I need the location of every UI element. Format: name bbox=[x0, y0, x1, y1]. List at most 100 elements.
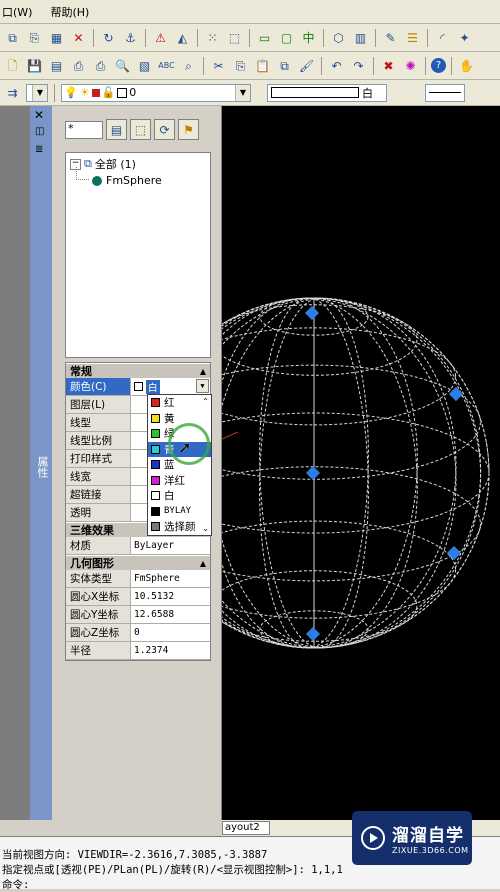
tree-icon[interactable]: ⧉ bbox=[3, 28, 22, 47]
linetype-select[interactable] bbox=[425, 83, 465, 102]
grip-top[interactable] bbox=[304, 305, 320, 321]
anchor-icon[interactable]: ⚓ bbox=[121, 28, 140, 47]
toggle-pickadd-icon[interactable]: ⟳ bbox=[154, 119, 175, 140]
color-option[interactable]: 黄 bbox=[148, 411, 211, 427]
command-prompt[interactable]: 命令: bbox=[2, 877, 29, 892]
cube-icon[interactable]: ⬡ bbox=[329, 28, 348, 47]
color-option-label: 红 bbox=[164, 397, 175, 410]
property-name: 半径 bbox=[66, 642, 131, 659]
help-icon[interactable]: ? bbox=[431, 58, 446, 73]
save-icon[interactable]: 💾 bbox=[25, 56, 44, 75]
property-value[interactable]: 10.5132 bbox=[131, 588, 210, 605]
cancel-icon[interactable]: ✖ bbox=[379, 56, 398, 75]
palette-titlebar[interactable]: ✕ ◫ ≣ 属性 bbox=[30, 106, 52, 820]
pen-icon[interactable]: ✎ bbox=[381, 28, 400, 47]
command-history-2: 指定视点或[透视(PE)/PLan(PL)/旋转(R)/<显示视图控制>]: 1… bbox=[2, 864, 343, 876]
property-value[interactable]: 12.6588 bbox=[131, 606, 210, 623]
rect-icon[interactable]: ▭ bbox=[255, 28, 274, 47]
dropdown-arrow-icon[interactable]: ▼ bbox=[196, 379, 209, 393]
section-general[interactable]: 常规 ▲ bbox=[66, 363, 210, 378]
section-geometry[interactable]: 几何图形 ▲ bbox=[66, 555, 210, 570]
tab-layout2[interactable]: ayout2 bbox=[222, 821, 270, 835]
filter-input[interactable]: * bbox=[65, 120, 103, 139]
color-dropdown-list[interactable]: 红黄绿青蓝洋红白 BYLAY 选择颜 ⌃ ⌄ bbox=[147, 394, 212, 536]
property-value[interactable]: FmSphere bbox=[131, 570, 210, 587]
color-swatch-icon bbox=[151, 506, 160, 516]
publish-icon[interactable]: ▧ bbox=[135, 56, 154, 75]
compass-icon[interactable]: ✦ bbox=[455, 28, 474, 47]
drawing-canvas[interactable] bbox=[222, 106, 500, 820]
color-select[interactable]: 白 bbox=[267, 83, 387, 102]
print-preview-icon[interactable]: ⎙ bbox=[91, 56, 110, 75]
sun-icon: ☀ bbox=[79, 86, 90, 99]
scroll-up-icon[interactable]: ⌃ bbox=[202, 397, 209, 406]
grip-center[interactable] bbox=[305, 465, 321, 481]
spell-check-icon[interactable]: ABC bbox=[157, 56, 176, 75]
quick-select-icon[interactable]: ▤ bbox=[106, 119, 127, 140]
layer-arrow-combo[interactable]: ▼ bbox=[26, 83, 48, 102]
center-icon[interactable]: 中 bbox=[299, 28, 318, 47]
color-option-label: 白 bbox=[164, 490, 175, 503]
select-objects-icon[interactable]: ⬚ bbox=[130, 119, 151, 140]
property-row[interactable]: 材质 ByLayer bbox=[66, 537, 210, 555]
filter-icon[interactable]: ⚑ bbox=[178, 119, 199, 140]
property-value[interactable]: 1.2374 bbox=[131, 642, 210, 659]
menu-window[interactable]: 口(W) bbox=[2, 4, 32, 20]
grid-snap-icon[interactable]: ⁙ bbox=[203, 28, 222, 47]
new-file-icon[interactable]: 🗋 bbox=[3, 56, 22, 75]
attach-icon[interactable]: ⎘ bbox=[25, 28, 44, 47]
property-name: 材质 bbox=[66, 537, 131, 554]
paste-icon[interactable]: 📋 bbox=[253, 56, 272, 75]
autohide-icon[interactable]: ◫ bbox=[35, 126, 44, 137]
warning-icon[interactable]: ⚠ bbox=[151, 28, 170, 47]
property-row[interactable]: 圆心Z坐标 0 bbox=[66, 624, 210, 642]
property-value[interactable]: 白 ▼ bbox=[131, 378, 210, 395]
color-option[interactable]: 白 bbox=[148, 488, 211, 504]
property-value[interactable]: ByLayer bbox=[131, 537, 210, 554]
close-icon[interactable]: ✕ bbox=[34, 108, 44, 122]
match-props-icon[interactable]: 🖌 bbox=[297, 56, 316, 75]
explode-icon[interactable]: ✺ bbox=[401, 56, 420, 75]
group-icon[interactable]: ▦ bbox=[47, 28, 66, 47]
paste-special-icon[interactable]: ⧉ bbox=[275, 56, 294, 75]
save-all-icon[interactable]: ▤ bbox=[47, 56, 66, 75]
color-option[interactable]: BYLAY bbox=[148, 504, 211, 520]
layer-icon[interactable]: ☰ bbox=[403, 28, 422, 47]
menu-help[interactable]: 帮助(H) bbox=[50, 4, 89, 20]
color-swatch-icon bbox=[151, 429, 160, 439]
layer-state-icon[interactable]: ⇉ bbox=[3, 83, 22, 102]
property-row[interactable]: 圆心Y坐标 12.6588 bbox=[66, 606, 210, 624]
mirror-icon[interactable]: ◭ bbox=[173, 28, 192, 47]
property-value[interactable]: 0 bbox=[131, 624, 210, 641]
find-icon[interactable]: ⌕ bbox=[179, 56, 198, 75]
palette-menu-icon[interactable]: ≣ bbox=[35, 144, 43, 155]
redo-icon[interactable]: ↷ bbox=[349, 56, 368, 75]
color-option-label: BYLAY bbox=[164, 506, 192, 517]
toolbar-standard: ⧉ ⎘ ▦ ✕ ↻ ⚓ ⚠ ◭ ⁙ ⬚ ▭ ▢ 中 ⬡ ▥ ✎ ☰ ◜ ✦ bbox=[0, 24, 500, 52]
pan-icon[interactable]: ✋ bbox=[457, 56, 476, 75]
preview-icon[interactable]: 🔍 bbox=[113, 56, 132, 75]
property-row[interactable]: 圆心X坐标 10.5132 bbox=[66, 588, 210, 606]
undo-icon[interactable]: ↶ bbox=[327, 56, 346, 75]
layer-select[interactable]: 💡 ☀ 🔓 0 ▼ bbox=[61, 83, 251, 102]
chart-icon[interactable]: ▥ bbox=[351, 28, 370, 47]
grip-bottom[interactable] bbox=[305, 626, 321, 642]
arc-icon[interactable]: ◜ bbox=[433, 28, 452, 47]
delete-icon[interactable]: ✕ bbox=[69, 28, 88, 47]
select-icon[interactable]: ⬚ bbox=[225, 28, 244, 47]
cut-icon[interactable]: ✂ bbox=[209, 56, 228, 75]
copy-icon[interactable]: ⎘ bbox=[231, 56, 250, 75]
print-icon[interactable]: ⎙ bbox=[69, 56, 88, 75]
collapse-arrow-icon[interactable]: ▲ bbox=[200, 559, 206, 568]
fmsphere-wireframe[interactable] bbox=[222, 106, 500, 820]
property-row[interactable]: 实体类型 FmSphere bbox=[66, 570, 210, 588]
tree-root[interactable]: 全部 (1) bbox=[95, 156, 136, 172]
scroll-down-icon[interactable]: ⌄ bbox=[202, 524, 209, 533]
collapse-arrow-icon[interactable]: ▲ bbox=[200, 367, 206, 376]
property-name: 圆心X坐标 bbox=[66, 588, 131, 605]
rotate-icon[interactable]: ↻ bbox=[99, 28, 118, 47]
frame-icon[interactable]: ▢ bbox=[277, 28, 296, 47]
color-option[interactable]: 洋红 bbox=[148, 473, 211, 489]
tree-item-fmsphere[interactable]: FmSphere bbox=[106, 174, 162, 187]
property-row[interactable]: 半径 1.2374 bbox=[66, 642, 210, 660]
